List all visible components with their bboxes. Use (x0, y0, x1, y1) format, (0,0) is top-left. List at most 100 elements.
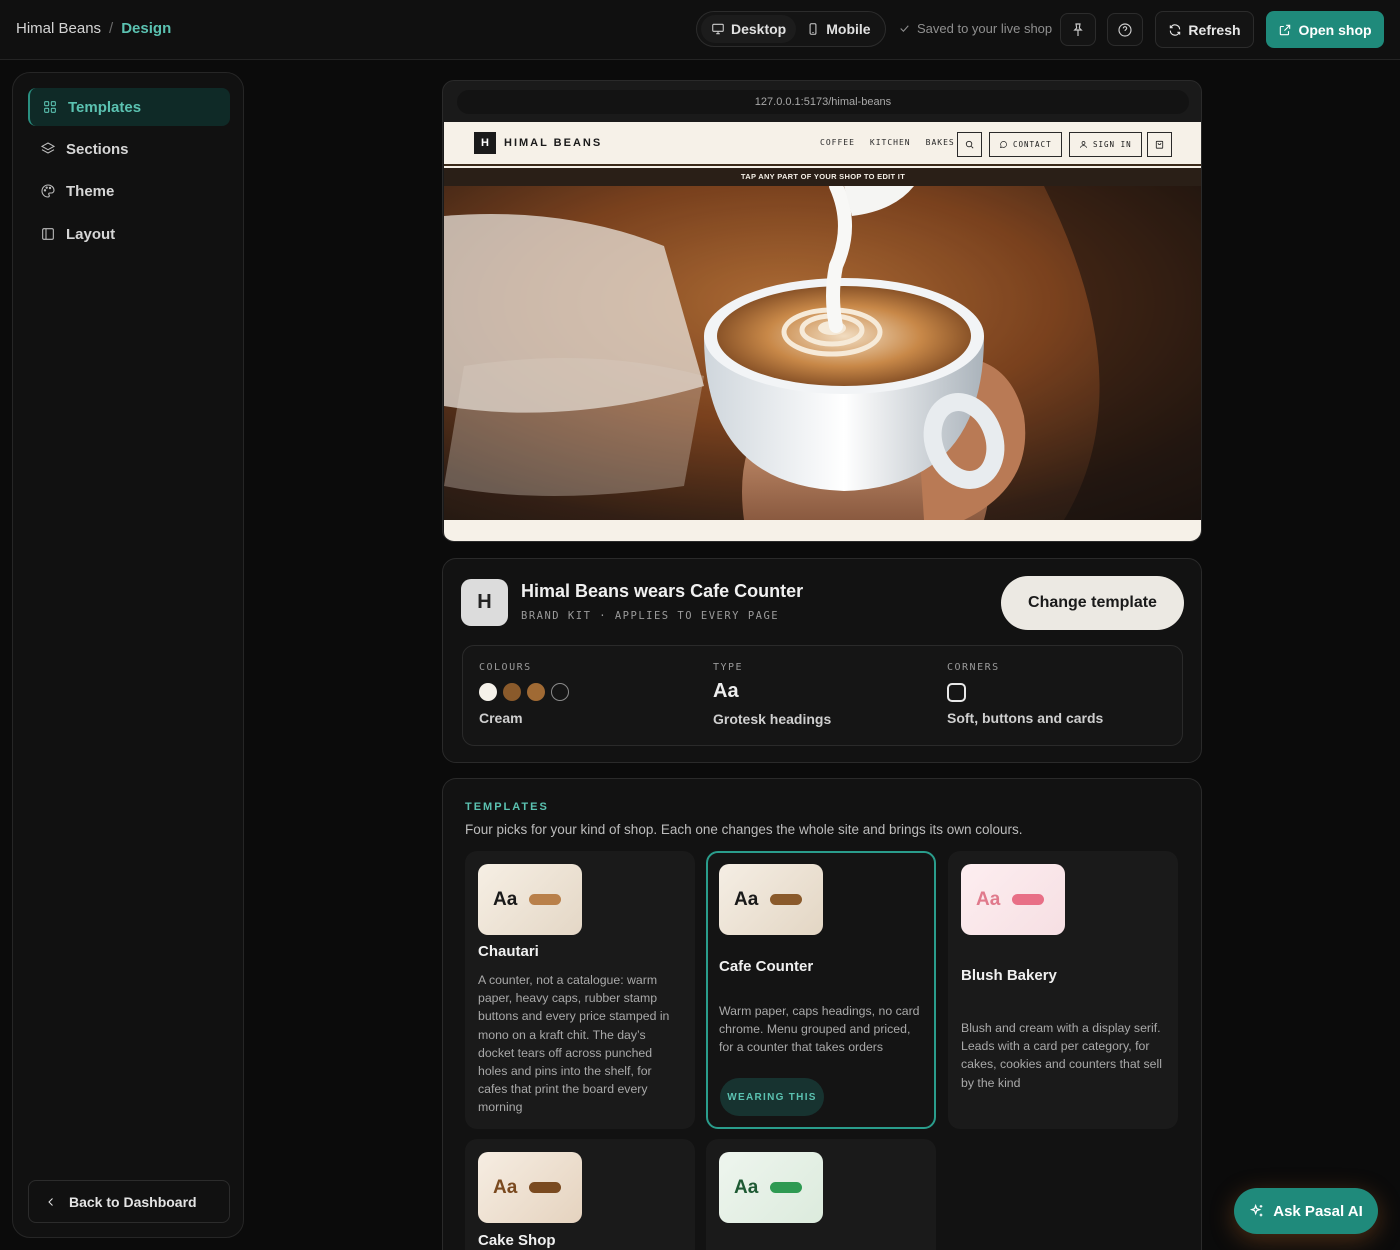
template-sample-text: Aa (493, 888, 518, 910)
site-search-button[interactable] (957, 132, 982, 157)
site-link-bakes[interactable]: BAKES (926, 138, 955, 147)
colour-swatch (527, 683, 545, 701)
message-circle-icon (999, 141, 1007, 148)
template-card-blush-bakery[interactable]: Aa Blush Bakery Blush and cream with a d… (948, 851, 1178, 1129)
template-card-chautari[interactable]: Aa Chautari A counter, not a catalogue: … (465, 851, 695, 1129)
site-link-kitchen[interactable]: KITCHEN (870, 138, 911, 147)
desktop-label: Desktop (731, 21, 787, 37)
colour-swatches (479, 683, 569, 701)
type-column[interactable]: TYPE Aa Grotesk headings (713, 662, 831, 727)
template-thumbnail: Aa (719, 864, 823, 935)
palette-icon (41, 184, 55, 198)
wearing-this-badge: WEARING THIS (720, 1078, 824, 1116)
help-circle-icon (1118, 22, 1132, 37)
device-toggle: Desktop Mobile (696, 11, 886, 47)
site-signin-label: SIGN IN (1093, 140, 1132, 149)
site-name: HIMAL BEANS (504, 137, 603, 149)
template-name: Cake Shop (478, 1232, 556, 1249)
colours-label: COLOURS (479, 662, 532, 673)
template-card-cafe-counter[interactable]: Aa Cafe Counter Warm paper, caps heading… (706, 851, 936, 1129)
template-card-cake-shop[interactable]: Aa Cake Shop (465, 1139, 695, 1250)
breadcrumb-current: Design (121, 20, 172, 37)
external-link-icon (1280, 24, 1291, 35)
site-header[interactable]: H HIMAL BEANS COFFEE KITCHEN BAKES CONTA… (444, 122, 1201, 166)
colours-column[interactable]: COLOURS Cream (479, 662, 569, 726)
refresh-button[interactable]: Refresh (1155, 11, 1254, 48)
brand-kit-panel: COLOURS Cream TYPE Aa Grotesk headings C… (462, 645, 1183, 746)
sidebar-item-label: Layout (66, 225, 116, 243)
site-signin-button[interactable]: SIGN IN (1069, 132, 1142, 157)
help-button[interactable] (1107, 13, 1143, 46)
sidebar-item-templates[interactable]: Templates (28, 88, 230, 126)
site-contact-button[interactable]: CONTACT (989, 132, 1062, 157)
templates-card: TEMPLATES Four picks for your kind of sh… (442, 778, 1202, 1250)
colours-value: Cream (479, 710, 523, 726)
ask-ai-label: Ask Pasal AI (1273, 1202, 1363, 1220)
colour-swatch (479, 683, 497, 701)
open-shop-button[interactable]: Open shop (1266, 11, 1384, 48)
hero-image[interactable] (444, 186, 1201, 520)
template-description: Warm paper, caps headings, no card chrom… (719, 1004, 920, 1055)
site-logo-mark: H (474, 132, 496, 154)
search-icon (965, 140, 974, 149)
desktop-view-button[interactable]: Desktop (701, 15, 797, 43)
change-template-button[interactable]: Change template (1001, 576, 1184, 630)
breadcrumb-separator: / (109, 20, 114, 37)
save-status-text: Saved to your live shop (917, 21, 1053, 36)
template-thumbnail: Aa (478, 864, 582, 935)
shop-preview: 127.0.0.1:5173/himal-beans H HIMAL BEANS… (442, 80, 1202, 542)
sidebar-item-layout[interactable]: Layout (28, 215, 230, 253)
sidebar: Templates Sections Theme Layout Back to … (12, 72, 244, 1238)
template-accent-pill (529, 1182, 562, 1193)
template-thumbnail: Aa (478, 1152, 582, 1223)
edit-hint-banner: TAP ANY PART OF YOUR SHOP TO EDIT IT (444, 168, 1201, 186)
back-label: Back to Dashboard (69, 1193, 197, 1210)
monitor-icon (712, 23, 724, 35)
mobile-view-button[interactable]: Mobile (796, 15, 880, 43)
template-name: Chautari (478, 943, 539, 960)
template-accent-pill (770, 1182, 803, 1193)
refresh-icon (1170, 23, 1181, 36)
mobile-label: Mobile (826, 21, 871, 37)
site-logo[interactable]: H HIMAL BEANS (474, 132, 602, 154)
save-status: Saved to your live shop (898, 21, 1052, 36)
colour-swatch (551, 683, 569, 701)
latte-art-image (444, 186, 1201, 520)
site-cart-button[interactable] (1147, 132, 1172, 157)
user-icon (1080, 141, 1087, 148)
site-link-coffee[interactable]: COFFEE (820, 138, 855, 147)
ask-ai-button[interactable]: Ask Pasal AI (1234, 1188, 1378, 1234)
pin-icon (1073, 22, 1083, 36)
template-name: Cafe Counter (719, 958, 814, 975)
sidebar-item-sections[interactable]: Sections (28, 130, 230, 168)
template-description: Blush and cream with a display serif. Le… (961, 1021, 1162, 1090)
back-to-dashboard-button[interactable]: Back to Dashboard (28, 1180, 230, 1223)
site-contact-label: CONTACT (1013, 140, 1052, 149)
template-description: A counter, not a catalogue: warm paper, … (478, 973, 670, 1115)
preview-site[interactable]: H HIMAL BEANS COFFEE KITCHEN BAKES CONTA… (444, 122, 1201, 541)
templates-heading: TEMPLATES (465, 801, 549, 813)
type-value: Grotesk headings (713, 711, 832, 727)
colour-swatch (503, 683, 521, 701)
breadcrumb: Himal Beans / Design (16, 20, 171, 37)
rounded-square-icon (947, 683, 966, 702)
sidebar-item-theme[interactable]: Theme (28, 172, 230, 210)
sparkles-icon (1250, 1203, 1263, 1217)
sidebar-item-label: Theme (66, 182, 115, 200)
template-name: Blush Bakery (961, 967, 1057, 984)
template-thumbnail: Aa (719, 1152, 823, 1223)
top-bar: Himal Beans / Design Desktop Mobile Save… (0, 0, 1400, 60)
template-sample-text: Aa (734, 1176, 759, 1198)
template-accent-pill (1012, 894, 1045, 905)
type-label: TYPE (713, 662, 744, 673)
panel-icon (42, 228, 54, 240)
brand-subtitle: BRAND KIT · APPLIES TO EVERY PAGE (521, 610, 780, 622)
template-card-green[interactable]: Aa (706, 1139, 936, 1250)
breadcrumb-shop[interactable]: Himal Beans (16, 20, 101, 37)
template-accent-pill (529, 894, 562, 905)
template-thumbnail: Aa (961, 864, 1065, 935)
site-links: COFFEE KITCHEN BAKES (820, 138, 955, 147)
open-shop-label: Open shop (1298, 21, 1372, 38)
pin-button[interactable] (1060, 13, 1096, 46)
corners-column[interactable]: CORNERS Soft, buttons and cards (947, 662, 1103, 726)
